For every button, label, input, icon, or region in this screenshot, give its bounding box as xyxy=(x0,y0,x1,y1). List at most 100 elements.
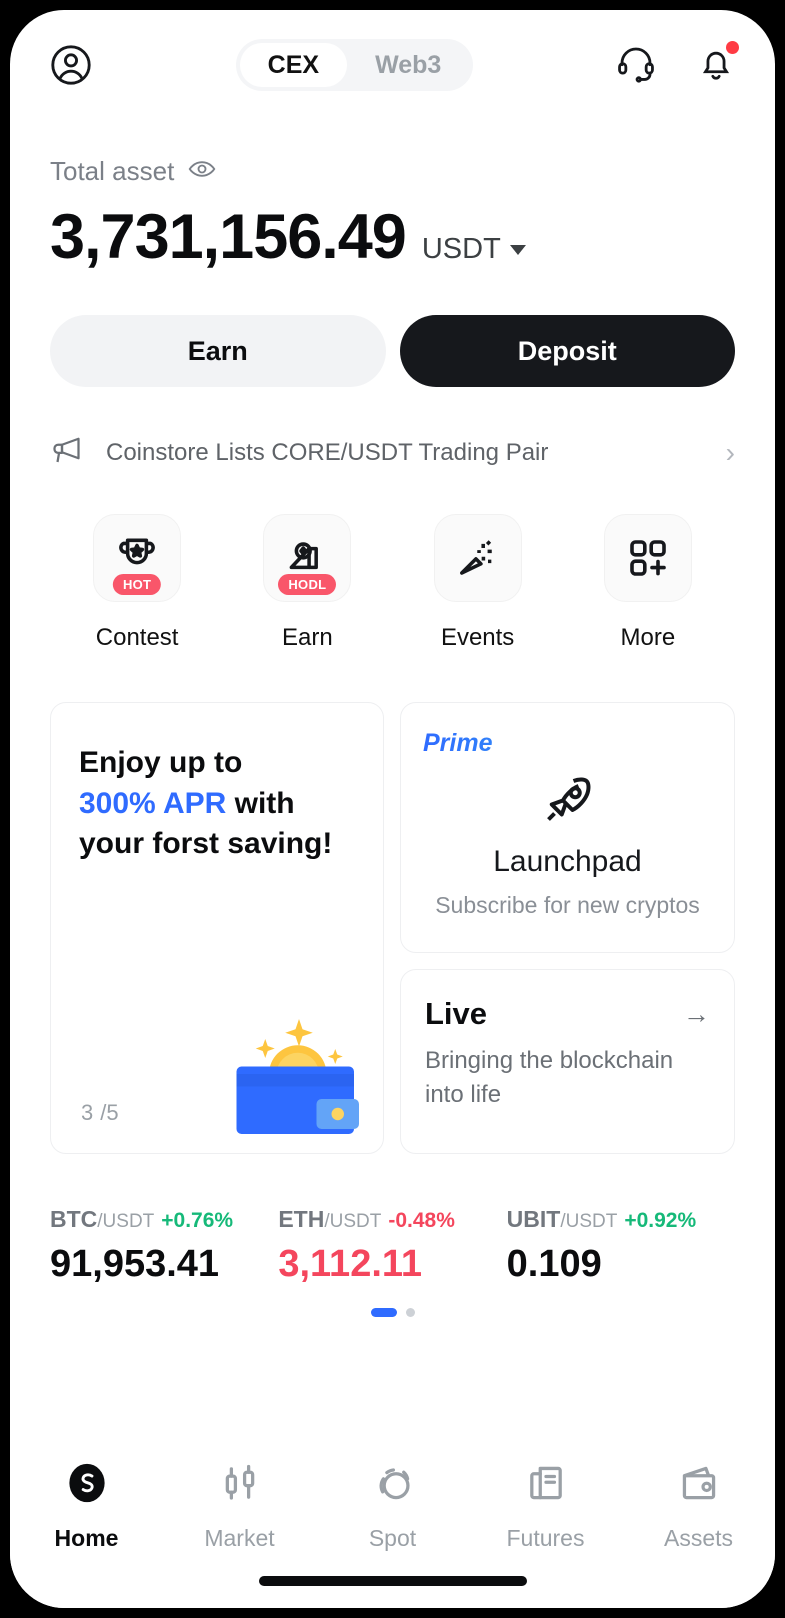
ticker-change: +0.76% xyxy=(161,1209,234,1232)
ticker-eth[interactable]: ETH/USDT -0.48% 3,112.11 xyxy=(278,1206,506,1286)
user-circle-icon[interactable] xyxy=(48,42,94,88)
quick-action-label: Contest xyxy=(95,624,179,651)
promo-line1: Enjoy up to xyxy=(79,746,243,779)
quick-action-label: More xyxy=(620,624,676,651)
currency-selector[interactable]: USDT xyxy=(422,233,526,266)
quick-action-tile[interactable] xyxy=(433,514,522,602)
coinstore-logo-icon xyxy=(64,1460,110,1511)
launchpad-subtitle: Subscribe for new cryptos xyxy=(435,892,700,918)
currency-label: USDT xyxy=(421,233,501,265)
nav-label: Home xyxy=(54,1525,119,1551)
ticker-row: BTC/USDT +0.76% 91,953.41 ETH/USDT -0.48% … xyxy=(10,1154,775,1286)
quick-action-events[interactable]: Events xyxy=(393,514,563,652)
ticker-quote: /USDT xyxy=(97,1211,155,1232)
home-indicator xyxy=(258,1576,527,1586)
nav-label: Spot xyxy=(368,1525,417,1551)
earn-button[interactable]: Earn xyxy=(50,315,386,387)
app-screen: CEX Web3 Total asset 3,731,156.49 USDT E… xyxy=(10,10,775,1608)
primary-actions: Earn Deposit xyxy=(10,273,775,387)
total-asset-block: Total asset 3,731,156.49 USDT xyxy=(10,120,775,273)
candlestick-icon xyxy=(217,1460,263,1511)
ticker-header: UBIT/USDT +0.92% xyxy=(507,1206,735,1233)
quick-action-more[interactable]: More xyxy=(563,514,733,652)
ticker-header: ETH/USDT -0.48% xyxy=(278,1206,506,1233)
ticker-header: BTC/USDT +0.76% xyxy=(50,1206,278,1233)
ticker-quote: /USDT xyxy=(560,1211,618,1232)
rocket-icon xyxy=(423,770,712,835)
arrow-right-icon[interactable]: → xyxy=(683,999,710,1030)
ticker-change: +0.92% xyxy=(624,1209,697,1232)
carousel-dot-active[interactable] xyxy=(370,1308,397,1317)
promo-headline: Enjoy up to 300% APR with your forst sav… xyxy=(79,743,355,865)
ticker-price: 3,112.11 xyxy=(278,1243,423,1285)
quick-action-label: Earn xyxy=(282,624,333,651)
ticker-price: 91,953.41 xyxy=(50,1243,220,1285)
app-header: CEX Web3 xyxy=(10,10,775,120)
nav-item-home[interactable]: Home xyxy=(10,1460,163,1552)
tab-web3[interactable]: Web3 xyxy=(347,43,469,87)
eye-icon[interactable] xyxy=(188,159,216,184)
spot-swap-icon xyxy=(370,1460,416,1511)
nav-item-assets[interactable]: Assets xyxy=(622,1460,775,1552)
total-asset-amount-row: 3,731,156.49 USDT xyxy=(50,201,735,273)
nav-label: Futures xyxy=(506,1525,585,1551)
ticker-change: -0.48% xyxy=(388,1209,455,1232)
quick-action-contest[interactable]: HOT Contest xyxy=(52,514,222,652)
ticker-symbol: BTC xyxy=(50,1206,98,1232)
quick-action-label: Events xyxy=(440,624,515,651)
headset-icon[interactable] xyxy=(615,42,657,89)
ticker-price: 0.109 xyxy=(506,1243,602,1285)
launchpad-card[interactable]: Prime Launchpad Subscribe for new crypto… xyxy=(400,702,735,954)
quick-action-tile[interactable]: HODL xyxy=(263,514,352,602)
promo-cards-grid: Enjoy up to 300% APR with your forst sav… xyxy=(10,652,775,1154)
quick-actions: HOT Contest HODL Earn Events More xyxy=(10,470,775,652)
promo-line2-tail: with xyxy=(226,786,295,820)
live-subtitle: Bringing the blockchain into life xyxy=(425,1047,674,1108)
total-asset-amount: 3,731,156.49 xyxy=(50,202,407,272)
megaphone-icon xyxy=(50,435,86,470)
ticker-ubit[interactable]: UBIT/USDT +0.92% 0.109 xyxy=(507,1206,735,1286)
announcement-text: Coinstore Lists CORE/USDT Trading Pair xyxy=(106,438,549,466)
bell-icon[interactable] xyxy=(695,40,739,89)
live-title: Live xyxy=(425,996,488,1032)
promo-line3: your forst saving! xyxy=(79,827,333,860)
quick-action-tile[interactable]: HOT xyxy=(93,514,182,602)
header-icon-group xyxy=(615,40,739,89)
savings-promo-card[interactable]: Enjoy up to 300% APR with your forst sav… xyxy=(50,702,384,1154)
mode-switcher[interactable]: CEX Web3 xyxy=(235,39,474,91)
launchpad-title: Launchpad xyxy=(493,845,642,878)
futures-doc-icon xyxy=(523,1460,569,1511)
promo-counter: 3 /5 xyxy=(81,1098,119,1127)
quick-action-earn[interactable]: HODL Earn xyxy=(222,514,392,652)
live-card-header: Live → xyxy=(425,996,710,1032)
nav-item-futures[interactable]: Futures xyxy=(469,1460,622,1552)
notification-badge-dot xyxy=(725,40,739,54)
carousel-dot[interactable] xyxy=(405,1308,415,1317)
total-asset-label-row: Total asset xyxy=(50,156,735,187)
nav-label: Market xyxy=(204,1525,275,1551)
nav-item-market[interactable]: Market xyxy=(163,1460,316,1552)
phone-frame: CEX Web3 Total asset 3,731,156.49 USDT E… xyxy=(0,0,785,1618)
nav-item-spot[interactable]: Spot xyxy=(316,1460,469,1552)
announcement-bar[interactable]: Coinstore Lists CORE/USDT Trading Pair › xyxy=(10,387,775,470)
promo-accent: 300% APR xyxy=(79,786,227,820)
hot-badge: HOT xyxy=(112,574,162,595)
hodl-badge: HODL xyxy=(278,574,337,595)
chevron-down-icon xyxy=(509,245,526,256)
quick-action-tile[interactable] xyxy=(603,514,692,602)
ticker-quote: /USDT xyxy=(324,1211,382,1232)
ticker-btc[interactable]: BTC/USDT +0.76% 91,953.41 xyxy=(50,1206,278,1286)
tab-cex[interactable]: CEX xyxy=(239,43,348,87)
promo-counter-total: /5 xyxy=(100,1100,119,1125)
ticker-symbol: UBIT xyxy=(506,1206,561,1232)
nav-label: Assets xyxy=(663,1525,734,1551)
right-card-column: Prime Launchpad Subscribe for new crypto… xyxy=(400,702,735,1154)
ticker-symbol: ETH xyxy=(278,1206,325,1232)
prime-tag: Prime xyxy=(423,729,712,758)
deposit-button[interactable]: Deposit xyxy=(399,315,735,387)
live-card[interactable]: Live → Bringing the blockchain into life xyxy=(400,969,735,1154)
chevron-right-icon: › xyxy=(725,436,735,468)
promo-counter-current: 3 xyxy=(81,1100,94,1125)
total-asset-label: Total asset xyxy=(50,156,175,186)
wallet-bitcoin-icon: B xyxy=(219,984,369,1139)
